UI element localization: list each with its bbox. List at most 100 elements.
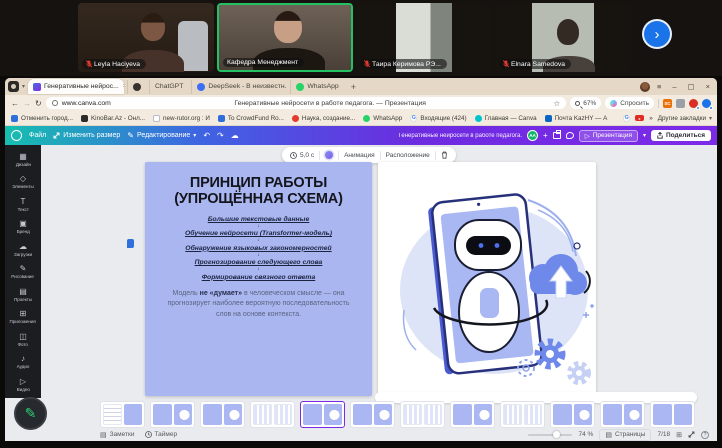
slide-thumbnail[interactable] [600,401,645,428]
close-tab-icon[interactable]: × [123,83,124,90]
participant-tile-kafedra[interactable]: Кафедра Менеджмент [217,3,353,72]
downloads-icon[interactable] [702,99,711,108]
fullscreen-icon[interactable] [688,431,695,438]
zoom-percent[interactable]: 74 % [578,431,593,438]
bookmark-item[interactable]: To CrowdFund Ro... [218,115,284,122]
timer-button[interactable]: Таймер [145,431,178,438]
slide-thumbnail[interactable] [500,401,545,428]
participant-tile-elnara[interactable]: Elnara Samedova [495,3,631,72]
undo-icon[interactable]: ↶ [203,131,210,140]
slide-thumbnail[interactable] [400,401,445,428]
sidebar-item-elements[interactable]: ◇Элементы [5,172,41,195]
slide-thumbnail[interactable] [650,401,695,428]
maximize-button[interactable]: ▢ [684,82,699,91]
extension-icon[interactable] [689,99,698,108]
sidebar-item-audio[interactable]: ♪Аудио [5,352,41,375]
copilot-ask-chip[interactable]: Спросить [605,97,654,109]
next-participants-button[interactable]: › [644,21,670,47]
zoom-slider[interactable] [528,434,572,436]
trash-icon[interactable] [441,151,448,159]
bookmark-item[interactable]: new-rutor.org : И [153,115,210,122]
minimize-button[interactable]: – [668,82,680,91]
sidebar-item-apps[interactable]: ⊞Приложения [5,307,41,330]
document-title[interactable]: Генеративные нейросети в работе педагога… [399,133,522,139]
zoom-level-chip[interactable]: 67% [570,97,601,109]
slide-duration-button[interactable]: 5,0 с [290,152,314,159]
add-collaborator-icon[interactable]: + [543,131,548,140]
favicon-small[interactable]: G [623,115,630,122]
bookmark-item[interactable]: GВходящие (424) [410,115,466,122]
sidebar-item-draw[interactable]: ✎Рисование [5,262,41,285]
resize-button[interactable]: Изменить размер [53,132,120,139]
slide-thumbnail[interactable] [200,401,245,428]
bookmark-item[interactable]: Почта KazHY — А [545,115,608,122]
extension-icon[interactable] [676,99,685,108]
extension-icon-sc[interactable]: SC [663,99,672,108]
slide-page-text[interactable]: ПРИНЦИП РАБОТЫ (УПРОЩЁННАЯ СХЕМА) Больши… [145,162,372,396]
tab-pinned[interactable] [127,80,146,94]
browser-profile-avatar[interactable] [640,82,650,92]
sidebar-item-photos[interactable]: ◫Фото [5,329,41,352]
notes-button[interactable]: ▤Заметки [100,431,135,439]
slide-thumbnail[interactable] [100,401,145,428]
sidebar-item-video[interactable]: ▷Видео [5,374,41,397]
grid-view-icon[interactable]: ⊞ [676,431,682,439]
slide-thumbnail[interactable] [150,401,195,428]
url-field[interactable]: www.canva.com Генеративные нейросети в р… [46,97,567,109]
tab-chatgpt[interactable]: ChatGPT [149,80,188,94]
participant-tile-taira[interactable]: Таира Керимова РЭ... [356,3,492,72]
tab-active-canva[interactable]: Генеративные нейрос... × [28,79,124,94]
arrange-button[interactable]: Расположение [386,152,430,159]
bookmark-item[interactable]: Отменить город... [11,115,73,122]
bookmark-item[interactable]: KinoBar.Az - Онл... [81,115,145,122]
bookmark-item[interactable]: WhatsApp [363,115,402,122]
bookmarks-overflow-icon[interactable]: » [649,115,653,122]
browser-menu-icon[interactable]: ≡ [653,82,665,91]
sidebar-item-brand[interactable]: ▣Бренд [5,217,41,240]
tab-deepseek[interactable]: DeepSeek - В неизвестн... [191,80,287,94]
browser-window: ▾ Генеративные нейрос... × ChatGPT DeepS… [5,78,717,441]
zoom-slider-knob[interactable] [553,431,560,438]
sidebar-item-uploads[interactable]: ☁Загрузки [5,239,41,262]
favorite-icon[interactable]: ☆ [554,99,561,108]
slide-thumbnail[interactable] [450,401,495,428]
help-icon[interactable]: ? [701,431,709,439]
user-avatar[interactable]: AA [527,130,538,141]
back-icon[interactable]: ← [11,99,19,108]
comment-icon[interactable] [566,132,574,139]
draw-fab[interactable]: ✎ [14,397,47,430]
file-menu[interactable]: Файл [29,132,46,139]
sidebar-item-design[interactable]: ▦Дизайн [5,149,41,172]
share-button[interactable]: Поделиться [651,130,711,141]
editing-mode-dropdown[interactable]: ✎ Редактирование ▾ [127,131,196,140]
site-info-icon[interactable] [52,100,58,106]
chevron-right-icon: › [655,27,660,42]
refresh-icon[interactable]: ↻ [35,99,42,108]
background-color-swatch[interactable] [325,151,333,159]
workspaces-icon[interactable] [8,81,19,92]
slide-page-illustration[interactable] [378,162,596,396]
sidebar-item-projects[interactable]: ▤Проекты [5,284,41,307]
close-window-button[interactable]: × [702,82,714,91]
redo-icon[interactable]: ↷ [217,131,224,140]
animate-button[interactable]: Анимация [344,152,375,159]
chevron-down-icon[interactable]: ▾ [22,83,25,90]
slide-thumbnail-selected[interactable] [300,401,345,428]
bookmark-item[interactable]: Главная — Canva [475,115,537,122]
bookmark-item[interactable]: Наука, создание... [292,115,355,122]
print-icon[interactable] [553,132,561,139]
participant-tile-leyla[interactable]: Leyla Haciyeva [78,3,214,72]
new-tab-button[interactable]: + [347,82,360,92]
pages-button[interactable]: ▤Страницы [599,429,651,441]
slide-thumbnail[interactable] [250,401,295,428]
tab-whatsapp[interactable]: WhatsApp [290,80,343,94]
present-button[interactable]: ▷ Презентация [579,130,638,142]
forward-icon[interactable]: → [23,99,31,108]
other-bookmarks-button[interactable]: Другие закладки ▾ [658,115,712,122]
slide-thumbnail[interactable] [550,401,595,428]
canva-home-icon[interactable] [11,130,22,141]
chevron-down-icon[interactable]: ▾ [643,132,646,139]
slide-thumbnail[interactable] [350,401,395,428]
youtube-favicon[interactable]: ▸ [635,115,644,121]
sidebar-item-text[interactable]: TТекст [5,194,41,217]
